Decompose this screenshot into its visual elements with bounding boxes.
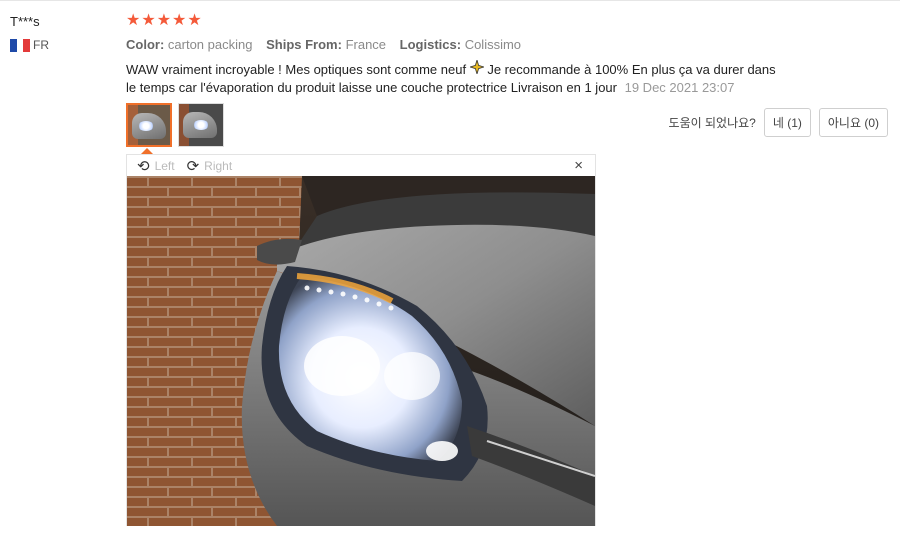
sparkles-icon	[468, 58, 486, 79]
star-icon: ★	[141, 12, 156, 29]
review-date: 19 Dec 2021 23:07	[624, 80, 735, 95]
order-meta: Color: carton packing Ships From: France…	[126, 37, 531, 52]
helpful-question: 도움이 되었나요?	[668, 116, 756, 130]
reviewer-name: T***s	[10, 14, 40, 29]
star-icon: ★	[156, 12, 172, 29]
helpful-no-button[interactable]: 아니요 (0)	[818, 108, 888, 137]
rotate-left-icon: ⟲	[137, 157, 150, 175]
rotate-left-button[interactable]: ⟲ Left	[137, 157, 175, 175]
review-text: WAW vraiment incroyable ! Mes optiques s…	[126, 58, 786, 97]
ships-from-value: France	[345, 37, 387, 52]
ships-from-key: Ships From:	[266, 37, 342, 52]
star-icon: ★	[126, 12, 141, 29]
image-viewer: ⟲ Left ⟳ Right ×	[126, 154, 596, 526]
rotate-right-label: Right	[204, 158, 233, 173]
review-thumbnails	[126, 103, 224, 147]
rotate-right-button[interactable]: ⟳ Right	[187, 157, 233, 175]
top-divider	[0, 0, 900, 1]
star-icon: ★	[172, 12, 187, 29]
viewer-toolbar: ⟲ Left ⟳ Right ×	[127, 155, 595, 176]
helpful-vote: 도움이 되었나요? 네 (1) 아니요 (0)	[669, 108, 888, 137]
close-icon[interactable]: ×	[574, 157, 583, 174]
review-text-part1: WAW vraiment incroyable ! Mes optiques s…	[126, 62, 467, 77]
review-thumbnail-2[interactable]	[178, 103, 224, 147]
logistics-value: Colissimo	[464, 37, 522, 52]
france-flag-icon	[10, 38, 31, 52]
color-key: Color:	[126, 37, 165, 52]
reviewer-country: FR	[10, 38, 49, 52]
logistics-key: Logistics:	[399, 37, 462, 52]
helpful-yes-button[interactable]: 네 (1)	[763, 108, 811, 137]
star-icon: ★	[187, 12, 202, 29]
rotate-right-icon: ⟳	[186, 157, 200, 175]
review-thumbnail-1[interactable]	[126, 103, 172, 147]
review-photo	[127, 176, 595, 526]
rotate-left-label: Left	[154, 158, 175, 173]
country-code: FR	[33, 38, 49, 52]
rating-stars: ★ ★ ★ ★ ★	[126, 12, 202, 30]
color-value: carton packing	[167, 37, 253, 52]
